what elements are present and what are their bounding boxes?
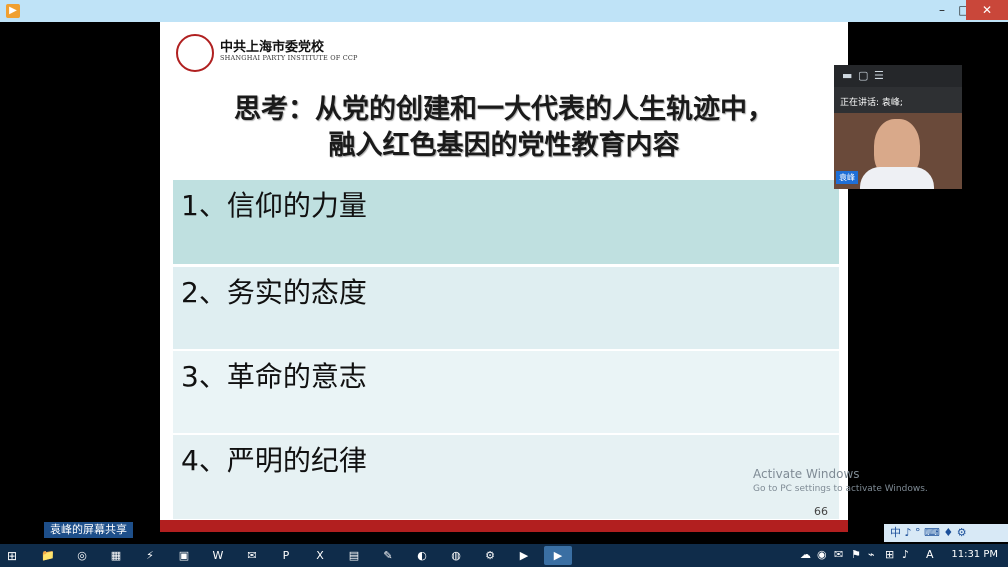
slide-page-number: 66 — [814, 505, 828, 518]
slide-footer-bar — [160, 520, 848, 532]
ime-label[interactable]: 中 ♪ ° ⌨ ♦ ⚙ — [884, 526, 967, 539]
presentation-slide: 中共上海市委党校 SHANGHAI PARTY INSTITUTE OF CCP… — [160, 22, 848, 532]
taskbar-powerpoint[interactable]: P — [272, 546, 300, 565]
taskbar-app-4[interactable]: ⚡ — [136, 546, 164, 565]
taskbar-app-15[interactable]: ▶ — [510, 546, 538, 565]
volume-icon[interactable]: ♪ — [902, 548, 909, 561]
window-titlebar: ▶ – □ ✕ — [0, 0, 1008, 23]
taskbar-app-3[interactable]: ▦ — [102, 546, 130, 565]
mail-tray-icon[interactable]: ✉ — [834, 548, 843, 561]
party-school-logo — [176, 34, 214, 72]
video-list-icon[interactable]: ☰ — [874, 69, 884, 82]
taskbar: ⊞ 📁 ◎ ▦ ⚡ ▣ W ✉ P X ▤ ✎ ◐ ◍ ⚙ ▶ ▶ ☁ ◉ ✉ … — [0, 544, 1008, 567]
taskbar-file-explorer[interactable]: 📁 — [34, 546, 62, 565]
flag-icon[interactable]: ⚑ — [851, 548, 861, 561]
speaking-indicator: 正在讲话: 袁峰; — [840, 98, 903, 108]
input-method-icon[interactable]: A — [926, 548, 934, 561]
taskbar-app-12[interactable]: ◐ — [408, 546, 436, 565]
slide-item-label: 4、严明的纪律 — [181, 444, 367, 477]
taskbar-excel[interactable]: X — [306, 546, 334, 565]
taskbar-app-13[interactable]: ◍ — [442, 546, 470, 565]
video-minimize-icon[interactable]: ▬ — [842, 69, 852, 82]
slide-item-3: 3、革命的意志 — [173, 351, 839, 433]
speaker-video-panel[interactable]: ▬ ▢ ☰ 正在讲话: 袁峰; 袁峰 — [834, 65, 962, 189]
slide-item-2: 2、务实的态度 — [173, 267, 839, 349]
headline-line2: 融入红色基因的党性教育内容 — [328, 130, 680, 161]
video-window-icon[interactable]: ▢ — [858, 69, 868, 82]
taskbar-app-10[interactable]: ▤ — [340, 546, 368, 565]
screen-share-indicator[interactable]: 袁峰的屏幕共享 — [44, 522, 133, 538]
slide-item-1: 1、信仰的力量 — [173, 180, 839, 264]
activation-watermark-title: Activate Windows — [753, 467, 860, 481]
power-icon[interactable]: ⌁ — [868, 548, 875, 561]
taskbar-wechat[interactable]: ✉ — [238, 546, 266, 565]
app-icon: ▶ — [6, 4, 20, 18]
video-panel-toolbar: ▬ ▢ ☰ — [834, 65, 962, 87]
taskbar-clock[interactable]: 11:31 PM — [951, 549, 998, 560]
network-icon[interactable]: ⊞ — [885, 548, 894, 561]
taskbar-app-14[interactable]: ⚙ — [476, 546, 504, 565]
cloud-icon[interactable]: ☁ — [800, 548, 811, 561]
close-button[interactable]: ✕ — [966, 0, 1008, 20]
speaker-name-tag: 袁峰 — [836, 171, 858, 184]
slide-item-label: 1、信仰的力量 — [181, 189, 367, 222]
taskbar-word[interactable]: W — [204, 546, 232, 565]
taskbar-chrome[interactable]: ◎ — [68, 546, 96, 565]
wechat-tray-icon[interactable]: ◉ — [817, 548, 827, 561]
activation-watermark-text: Go to PC settings to activate Windows. — [753, 484, 928, 494]
taskbar-pdf[interactable]: ▣ — [170, 546, 198, 565]
slide-item-label: 2、务实的态度 — [181, 276, 367, 309]
ime-toolbar[interactable]: 中 ♪ ° ⌨ ♦ ⚙ — [884, 524, 1008, 542]
speaker-shirt — [860, 167, 934, 189]
slide-item-4: 4、严明的纪律 — [173, 435, 839, 519]
slide-item-label: 3、革命的意志 — [181, 360, 367, 393]
logo-title-en: SHANGHAI PARTY INSTITUTE OF CCP — [220, 54, 358, 62]
logo-title-cn: 中共上海市委党校 — [220, 40, 325, 55]
start-button[interactable]: ⊞ — [7, 549, 17, 563]
headline-line1: 思考：从党的创建和一大代表的人生轨迹中， — [234, 94, 774, 125]
taskbar-meeting-app[interactable]: ▶ — [544, 546, 572, 565]
slide-headline: 思考：从党的创建和一大代表的人生轨迹中， 融入红色基因的党性教育内容 — [160, 92, 848, 164]
taskbar-app-11[interactable]: ✎ — [374, 546, 402, 565]
